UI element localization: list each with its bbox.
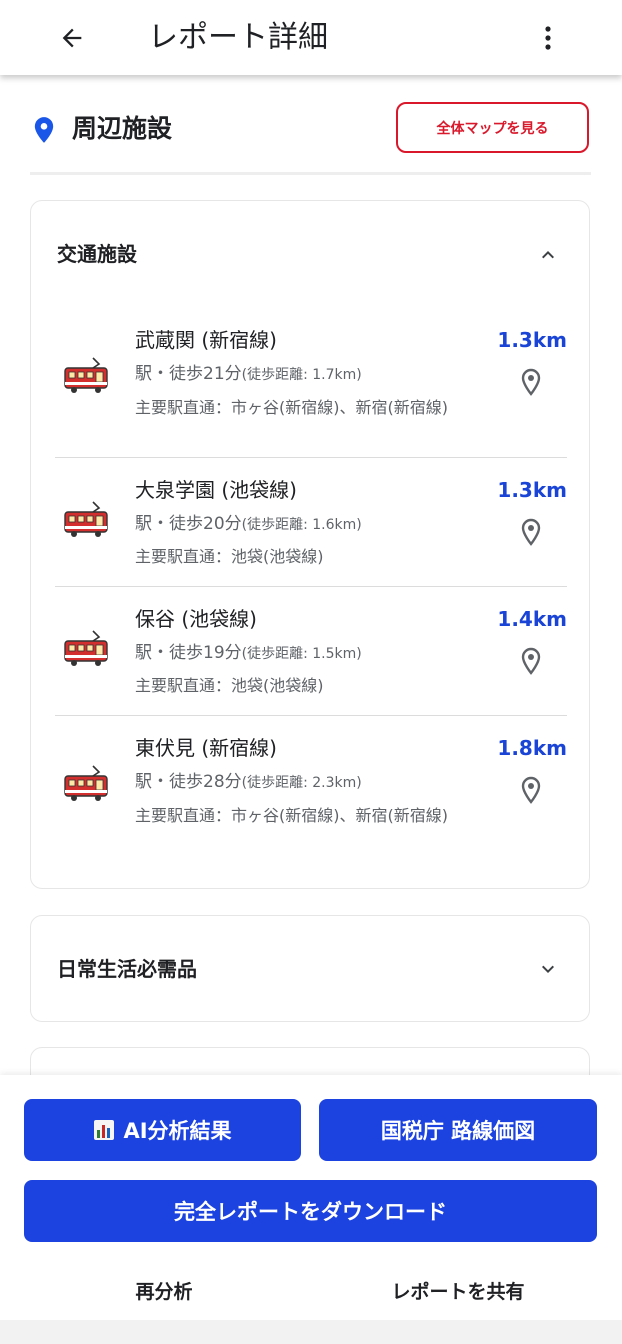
app-bar: レポート詳細 — [0, 0, 622, 75]
bottom-action-panel: AI分析結果 国税庁 路線価図 完全レポートをダウンロード 再分析 レポートを共… — [0, 1075, 622, 1344]
train-icon — [64, 630, 108, 666]
walk-distance: (徒歩距離: 1.6km) — [241, 517, 362, 533]
map-pin-icon[interactable] — [519, 776, 543, 804]
station-item[interactable]: 保谷 (池袋線) 駅・徒歩19分(徒歩距離: 1.5km) 主要駅直通：池袋(池… — [55, 605, 567, 705]
row-divider — [55, 715, 567, 716]
bar-chart-icon — [94, 1120, 115, 1140]
system-nav-bar — [0, 1320, 622, 1344]
card-title: 交通施設 — [57, 242, 137, 266]
walk-distance: (徒歩距離: 1.7km) — [241, 367, 362, 383]
daily-necessities-card[interactable]: 日常生活必需品 — [30, 915, 590, 1022]
row-divider — [55, 457, 567, 458]
walk-distance: (徒歩距離: 1.5km) — [241, 646, 362, 662]
download-full-report-button[interactable]: 完全レポートをダウンロード — [24, 1180, 597, 1242]
station-name: 大泉学園 (池袋線) — [135, 478, 297, 502]
station-distance: 1.3km — [497, 328, 567, 352]
section-header: 周辺施設 全体マップを見る — [0, 100, 622, 160]
walk-time: 駅・徒歩20分(徒歩距離: 1.6km) — [135, 514, 362, 534]
location-pin-icon — [34, 117, 54, 143]
direct-lines: 主要駅直通：池袋(池袋線) — [135, 547, 324, 566]
walk-time: 駅・徒歩19分(徒歩距離: 1.5km) — [135, 643, 362, 663]
transport-card: 交通施設 武蔵関 (新宿線) 駅・徒歩21分(徒歩距離: 1.7km) 主要駅直… — [30, 200, 590, 889]
station-item[interactable]: 大泉学園 (池袋線) 駅・徒歩20分(徒歩距離: 1.6km) 主要駅直通：池袋… — [55, 476, 567, 576]
direct-lines: 主要駅直通：市ヶ谷(新宿線)、新宿(新宿線) — [135, 398, 448, 417]
chevron-down-icon[interactable] — [536, 957, 560, 981]
card-title: 日常生活必需品 — [57, 957, 197, 981]
direct-lines: 主要駅直通：池袋(池袋線) — [135, 676, 324, 695]
station-distance: 1.3km — [497, 478, 567, 502]
walk-time: 駅・徒歩28分(徒歩距離: 2.3km) — [135, 772, 362, 792]
page-title: レポート詳細 — [148, 20, 328, 55]
view-full-map-button[interactable]: 全体マップを見る — [396, 102, 589, 153]
walk-time: 駅・徒歩21分(徒歩距離: 1.7km) — [135, 364, 362, 384]
train-icon — [64, 501, 108, 537]
station-name: 武蔵関 (新宿線) — [135, 328, 277, 352]
map-pin-icon[interactable] — [519, 518, 543, 546]
train-icon — [64, 765, 108, 801]
station-distance: 1.8km — [497, 736, 567, 760]
direct-lines: 主要駅直通：市ヶ谷(新宿線)、新宿(新宿線) — [135, 806, 448, 825]
station-name: 保谷 (池袋線) — [135, 607, 257, 631]
station-item[interactable]: 東伏見 (新宿線) 駅・徒歩28分(徒歩距離: 2.3km) 主要駅直通：市ヶ谷… — [55, 734, 567, 849]
ai-analysis-button[interactable]: AI分析結果 — [24, 1099, 301, 1161]
more-options-button[interactable] — [530, 18, 566, 58]
back-button[interactable] — [50, 18, 94, 58]
share-report-button[interactable]: レポートを共有 — [360, 1277, 556, 1304]
station-item[interactable]: 武蔵関 (新宿線) 駅・徒歩21分(徒歩距離: 1.7km) 主要駅直通：市ヶ谷… — [55, 326, 567, 441]
tax-route-price-map-button[interactable]: 国税庁 路線価図 — [319, 1099, 597, 1161]
divider — [30, 172, 591, 175]
arrow-left-icon — [62, 28, 82, 48]
chevron-up-icon[interactable] — [536, 243, 560, 267]
train-icon — [64, 357, 108, 393]
walk-distance: (徒歩距離: 2.3km) — [241, 775, 362, 791]
section-title: 周辺施設 — [72, 114, 173, 143]
row-divider — [55, 586, 567, 587]
station-name: 東伏見 (新宿線) — [135, 736, 277, 760]
station-distance: 1.4km — [497, 607, 567, 631]
reanalyze-button[interactable]: 再分析 — [84, 1277, 244, 1304]
map-pin-icon[interactable] — [519, 647, 543, 675]
map-pin-icon[interactable] — [519, 368, 543, 396]
more-vertical-icon — [545, 26, 551, 50]
